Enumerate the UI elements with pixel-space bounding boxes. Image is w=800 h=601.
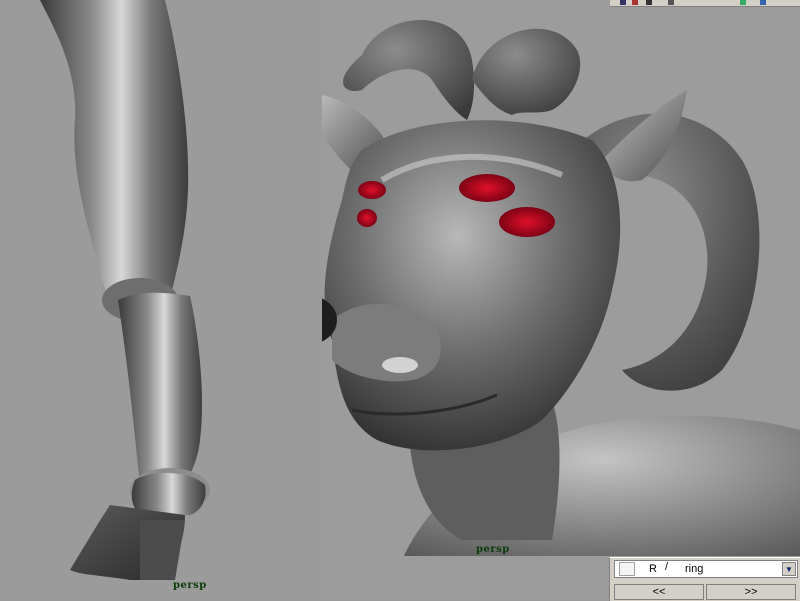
channel-swatch[interactable] — [619, 562, 635, 576]
channel-box-panel: R / ring ▼ << >> — [609, 557, 800, 601]
toolbar-icon[interactable] — [668, 0, 674, 5]
channel-row[interactable]: R / ring ▼ — [614, 560, 798, 578]
toolbar-icon[interactable] — [760, 0, 766, 5]
channel-separator: / — [665, 561, 669, 573]
left-viewport[interactable]: persp — [0, 0, 322, 600]
channel-name-field[interactable]: ring — [685, 563, 703, 575]
camera-label: persp — [476, 544, 510, 555]
next-button[interactable]: >> — [706, 584, 796, 600]
toolbar-icon[interactable] — [620, 0, 626, 5]
status-toolbar-strip[interactable] — [610, 0, 800, 7]
toolbar-icon[interactable] — [632, 0, 638, 5]
goat-head-model — [322, 20, 800, 600]
right-viewport[interactable]: persp — [322, 0, 800, 600]
toolbar-icon[interactable] — [740, 0, 746, 5]
camera-label: persp — [173, 580, 207, 591]
right-eye-icon — [459, 174, 515, 202]
chevron-down-icon[interactable]: ▼ — [782, 562, 796, 576]
toolbar-icon[interactable] — [646, 0, 652, 5]
leg-model — [40, 0, 210, 580]
channel-r-label: R — [649, 563, 657, 575]
prev-button[interactable]: << — [614, 584, 704, 600]
